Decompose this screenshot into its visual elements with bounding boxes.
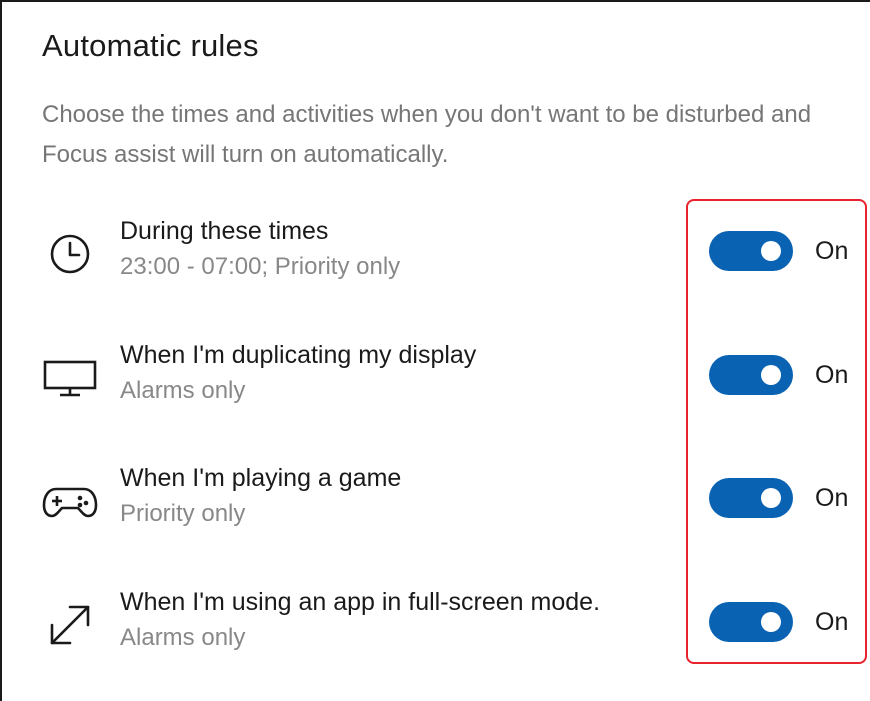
toggle-state-label: On (815, 361, 849, 389)
toggle-full-screen-app[interactable] (709, 602, 793, 642)
rule-subtitle[interactable]: Priority only (120, 495, 401, 533)
toggle-knob (761, 241, 781, 261)
toggle-playing-game[interactable] (709, 478, 793, 518)
rule-title: When I'm playing a game (120, 464, 402, 492)
settings-panel: Automatic rules Choose the times and act… (0, 0, 870, 701)
toggle-state-label: On (815, 237, 849, 265)
toggle-state-label: On (815, 608, 849, 636)
rule-title: When I'm using an app in full-screen mod… (120, 588, 601, 616)
monitor-icon (42, 350, 98, 406)
toggle-knob (761, 365, 781, 385)
toggle-state-label: On (815, 484, 849, 512)
toggle-knob (761, 488, 781, 508)
gamepad-icon (42, 473, 98, 529)
rule-title: During these times (120, 217, 329, 245)
rule-subtitle[interactable]: Alarms only (120, 372, 476, 410)
clock-icon (42, 226, 98, 282)
rule-subtitle[interactable]: 23:00 - 07:00; Priority only (120, 248, 400, 286)
toggle-duplicating-display[interactable] (709, 355, 793, 395)
toggle-knob (761, 612, 781, 632)
rule-title: When I'm duplicating my display (120, 341, 477, 369)
fullscreen-arrow-icon (42, 597, 98, 653)
rule-subtitle[interactable]: Alarms only (120, 619, 600, 657)
section-description: Choose the times and activities when you… (42, 101, 812, 168)
section-title: Automatic rules (42, 28, 259, 63)
toggle-during-these-times[interactable] (709, 231, 793, 271)
